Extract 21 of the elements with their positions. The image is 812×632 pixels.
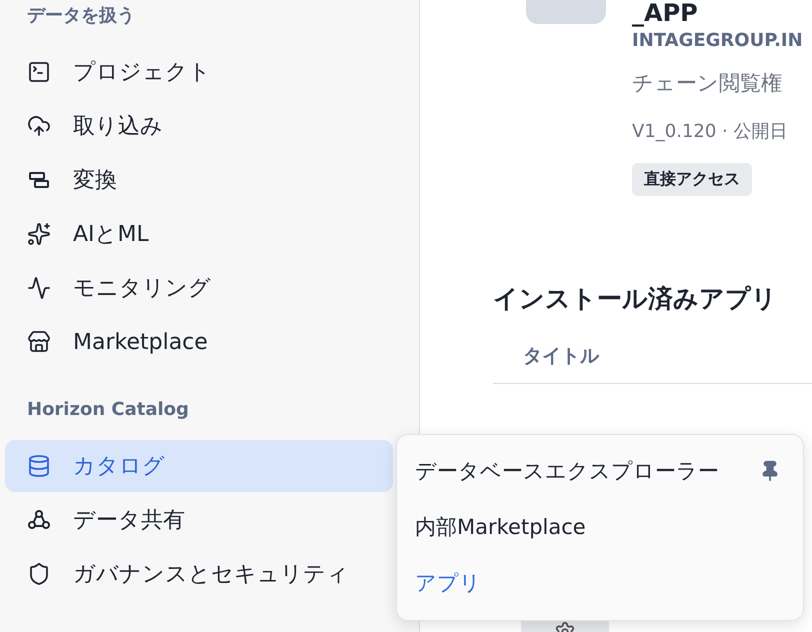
access-badge: 直接アクセス xyxy=(632,163,752,196)
provider-name: INTAGEGROUP.IN xyxy=(632,30,803,51)
sidebar-item[interactable]: AIとML xyxy=(5,208,393,260)
section-heading: インストール済みアプリ xyxy=(493,283,778,315)
app-description: チェーン閲覧権 xyxy=(632,70,783,97)
sidebar-item[interactable]: プロジェクト xyxy=(5,46,393,98)
section-label: Horizon Catalog xyxy=(26,398,190,422)
sidebar-item[interactable]: ガバナンスとセキュリティ xyxy=(5,548,393,600)
menu-item[interactable]: アプリ xyxy=(397,555,803,611)
sidebar-item[interactable]: モニタリング xyxy=(5,262,393,314)
sidebar-item[interactable]: 取り込み xyxy=(5,100,393,152)
version-info: V1_0.120 · 公開日 xyxy=(632,120,788,143)
sidebar-item[interactable]: Marketplace xyxy=(5,316,393,368)
menu-item[interactable]: データベースエクスプローラー xyxy=(397,443,803,499)
sidebar-item[interactable]: カタログ xyxy=(5,440,393,492)
sidebar-item[interactable]: 変換 xyxy=(5,154,393,206)
section-label: データを扱う xyxy=(26,4,136,28)
menu-item[interactable]: 内部Marketplace xyxy=(397,499,803,555)
sidebar-item[interactable]: データ共有 xyxy=(5,494,393,546)
app-title: _APP xyxy=(632,0,699,26)
column-header: タイトル xyxy=(493,315,812,384)
